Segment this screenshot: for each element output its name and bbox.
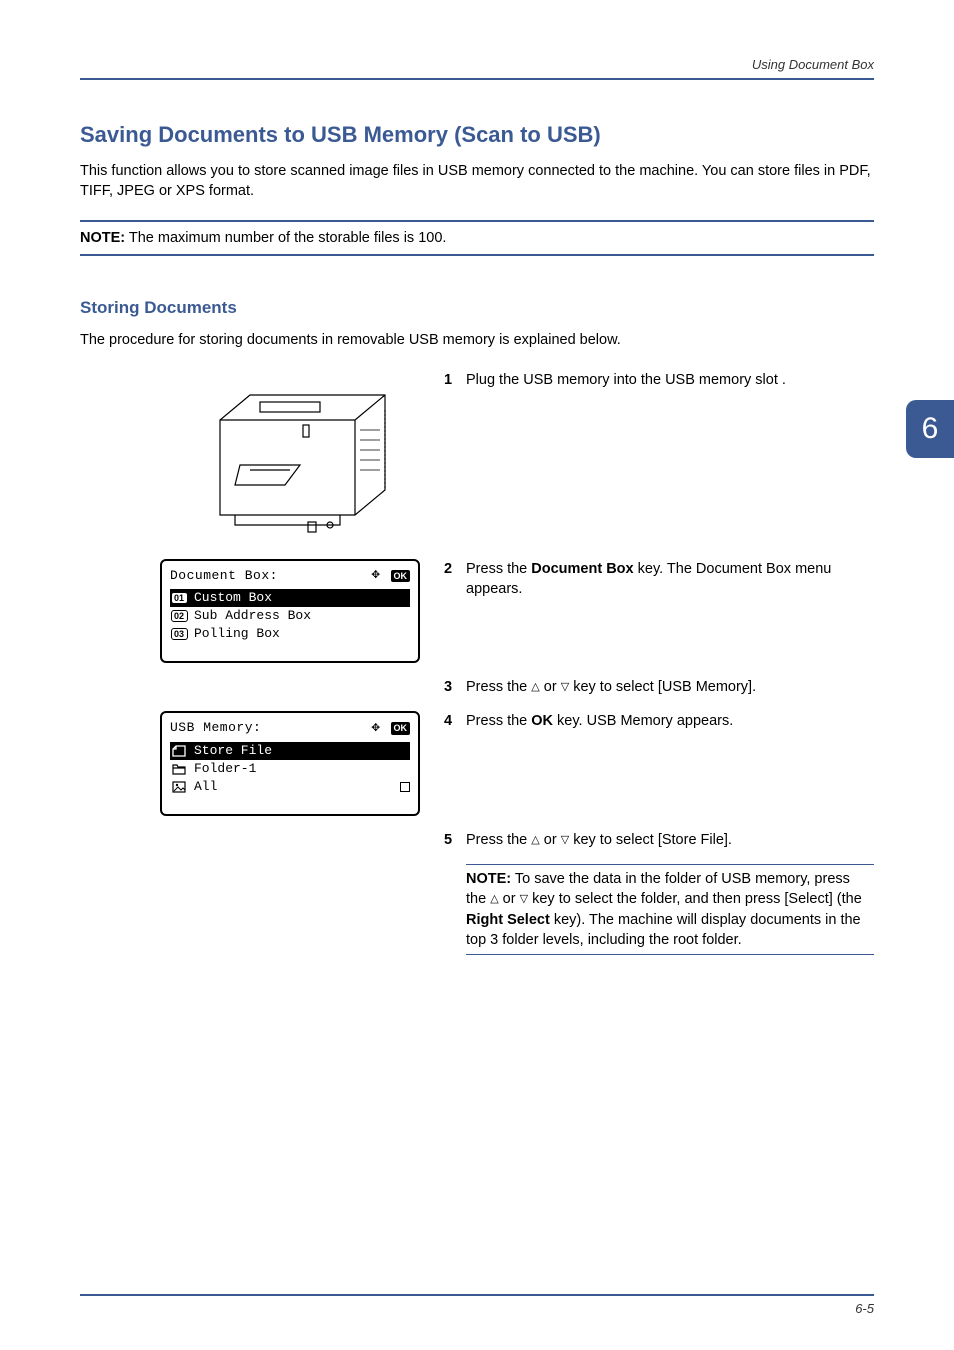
- breadcrumb: Using Document Box: [80, 56, 874, 74]
- printer-illustration: [190, 370, 420, 545]
- lcd1-line-2: 02 Sub Address Box: [170, 607, 410, 625]
- step-number-2: 2: [444, 559, 466, 600]
- chapter-tab: 6: [906, 400, 954, 458]
- store-file-icon: [170, 744, 188, 758]
- step-text-3: Press the △ or ▽ key to select [USB Memo…: [466, 677, 874, 697]
- dpad-icon: [374, 722, 388, 736]
- lcd2-line3-text: All: [194, 778, 217, 796]
- note-text: The maximum number of the storable files…: [129, 230, 447, 246]
- step-number-3: 3: [444, 677, 466, 697]
- folder-icon: [170, 762, 188, 776]
- lcd1-line-3: 03 Polling Box: [170, 625, 410, 643]
- inline-note: NOTE: To save the data in the folder of …: [466, 864, 874, 955]
- footer: 6-5: [80, 1294, 874, 1300]
- ok-badge: OK: [391, 570, 411, 583]
- step-text-1: Plug the USB memory into the USB memory …: [466, 370, 874, 390]
- lcd1-line-1: 01 Custom Box: [170, 589, 410, 607]
- lcd2-title: USB Memory:: [170, 719, 261, 737]
- inline-note-label: NOTE:: [466, 871, 511, 887]
- ok-badge: OK: [391, 722, 411, 735]
- header-rule: [80, 78, 874, 80]
- procedure-intro: The procedure for storing documents in r…: [80, 330, 874, 350]
- num-icon-02: 02: [171, 610, 188, 622]
- page-title: Saving Documents to USB Memory (Scan to …: [80, 120, 874, 151]
- step-number-5: 5: [444, 830, 466, 850]
- step-text-5: Press the △ or ▽ key to select [Store Fi…: [466, 830, 874, 850]
- lcd-panel-document-box: Document Box: OK 01 Custom Box 02 Sub Ad…: [160, 559, 420, 663]
- dpad-icon: [374, 569, 388, 583]
- step-number-1: 1: [444, 370, 466, 390]
- lcd2-line1-text: Store File: [194, 742, 272, 760]
- lcd1-line2-text: Sub Address Box: [194, 607, 311, 625]
- checkbox-icon: [400, 782, 410, 792]
- sub-title: Storing Documents: [80, 296, 874, 320]
- num-icon-01: 01: [171, 592, 188, 604]
- lcd2-line-1: Store File: [170, 742, 410, 760]
- lcd1-line1-text: Custom Box: [194, 589, 272, 607]
- lcd2-line2-text: Folder-1: [194, 760, 256, 778]
- lcd2-line-3: All: [170, 778, 410, 796]
- step-number-4: 4: [444, 711, 466, 731]
- lcd2-line-2: Folder-1: [170, 760, 410, 778]
- note-label: NOTE:: [80, 230, 125, 246]
- lcd1-title: Document Box:: [170, 567, 278, 585]
- lcd-panel-usb-memory: USB Memory: OK Store File F: [160, 711, 420, 815]
- image-file-icon: [170, 780, 188, 794]
- intro-text: This function allows you to store scanne…: [80, 161, 874, 202]
- page-number: 6-5: [855, 1300, 874, 1318]
- note-block: NOTE: The maximum number of the storable…: [80, 220, 874, 256]
- num-icon-03: 03: [171, 628, 188, 640]
- step-text-2: Press the Document Box key. The Document…: [466, 559, 874, 600]
- step-text-4: Press the OK key. USB Memory appears.: [466, 711, 874, 731]
- lcd1-line3-text: Polling Box: [194, 625, 280, 643]
